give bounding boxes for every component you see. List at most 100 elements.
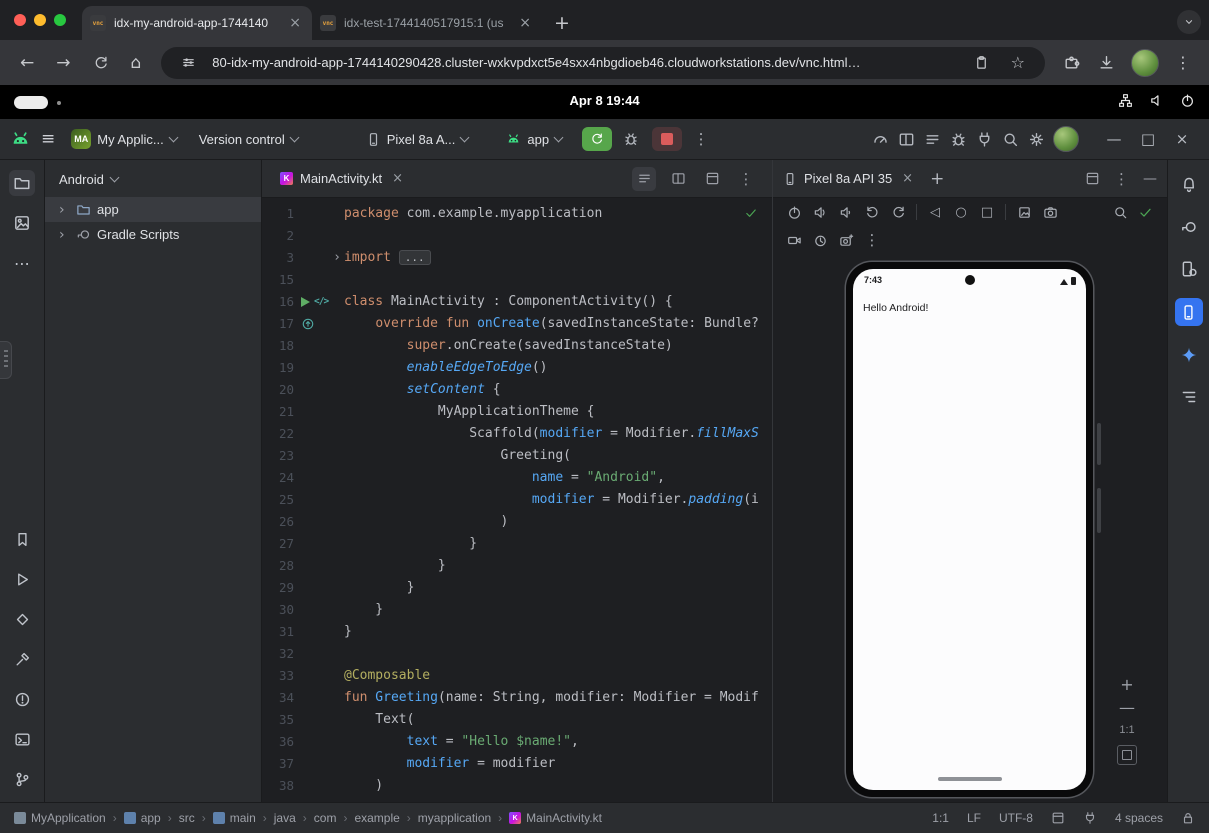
line-number[interactable]: 24 <box>262 467 294 489</box>
panel-scrollbar[interactable] <box>1097 423 1101 465</box>
more-tool-windows-icon[interactable]: ⋯ <box>9 250 35 276</box>
browser-tab-inactive[interactable]: vnc idx-test-1744140517915:1 (us × <box>312 6 542 40</box>
stop-button[interactable] <box>652 127 682 151</box>
macos-close-button[interactable] <box>14 14 26 26</box>
gutter[interactable] <box>294 533 344 555</box>
screenshot-icon[interactable] <box>1011 199 1037 225</box>
macos-zoom-button[interactable] <box>54 14 66 26</box>
screen-widget-icon[interactable] <box>1051 811 1065 825</box>
power-icon[interactable] <box>1180 93 1195 108</box>
line-number[interactable]: 1 <box>262 203 294 225</box>
gutter[interactable] <box>294 489 344 511</box>
gutter[interactable] <box>294 621 344 643</box>
camera-icon[interactable] <box>1037 199 1063 225</box>
code-line[interactable]: 26 ) <box>262 511 772 533</box>
tree-item-gradle-scripts[interactable]: › Gradle Scripts <box>45 222 261 247</box>
code-text[interactable]: text = "Hello $name!", <box>344 731 579 753</box>
terminal-icon[interactable] <box>9 726 35 752</box>
code-line[interactable]: 22 Scaffold(modifier = Modifier.fillMaxS <box>262 423 772 445</box>
site-settings-icon[interactable] <box>175 55 202 70</box>
plugins-icon[interactable] <box>971 126 997 152</box>
code-text[interactable]: Greeting( <box>344 445 571 467</box>
code-text[interactable]: package com.example.myapplication <box>344 203 602 225</box>
gutter[interactable] <box>294 709 344 731</box>
breadcrumb-item[interactable]: main <box>213 811 256 825</box>
line-number[interactable]: 32 <box>262 643 294 665</box>
code-text[interactable]: name = "Android", <box>344 467 665 489</box>
code-line[interactable]: 2 <box>262 225 772 247</box>
code-line[interactable]: 3›import ... <box>262 247 772 269</box>
zoom-mode-icon[interactable] <box>1113 205 1128 220</box>
code-text[interactable]: } <box>344 621 352 643</box>
line-number[interactable]: 37 <box>262 753 294 775</box>
gutter[interactable] <box>294 643 344 665</box>
code-line[interactable]: 36 text = "Hello $name!", <box>262 731 772 753</box>
extensions-icon[interactable] <box>1057 54 1086 71</box>
logcat-icon[interactable] <box>919 126 945 152</box>
gutter[interactable] <box>294 555 344 577</box>
code-line[interactable]: 24 name = "Android", <box>262 467 772 489</box>
breadcrumb-item[interactable]: example <box>354 811 399 825</box>
override-icon[interactable] <box>301 317 315 331</box>
line-number[interactable]: 35 <box>262 709 294 731</box>
line-separator[interactable]: LF <box>967 811 981 825</box>
inspections-ok-icon[interactable] <box>744 206 758 220</box>
services-icon[interactable] <box>9 606 35 632</box>
gutter[interactable]: › <box>294 247 344 269</box>
code-line[interactable]: 27 } <box>262 533 772 555</box>
code-line[interactable]: 18 super.onCreate(savedInstanceState) <box>262 335 772 357</box>
line-number[interactable]: 28 <box>262 555 294 577</box>
code-text[interactable]: } <box>344 555 446 577</box>
gutter[interactable] <box>294 313 344 335</box>
add-device-button[interactable]: + <box>930 169 944 189</box>
line-number[interactable]: 21 <box>262 401 294 423</box>
code-text[interactable]: enableEdgeToEdge() <box>344 357 548 379</box>
code-line[interactable]: 1 package com.example.myapplication <box>262 203 772 225</box>
bookmarks-icon[interactable] <box>9 526 35 552</box>
android-back-icon[interactable]: ◁ <box>922 199 948 225</box>
code-line[interactable]: 38 ) <box>262 775 772 797</box>
expand-icon[interactable]: › <box>59 227 69 243</box>
plug-widget-icon[interactable] <box>1083 811 1097 825</box>
code-text[interactable]: modifier = modifier <box>344 753 555 775</box>
code-text[interactable]: ) <box>344 775 383 797</box>
device-selector[interactable]: Pixel 8a A... <box>360 129 475 150</box>
panel-minimize-icon[interactable]: — <box>1143 171 1157 187</box>
line-number[interactable]: 22 <box>262 423 294 445</box>
code-text[interactable]: setContent { <box>344 379 501 401</box>
tab-close-icon[interactable]: × <box>516 15 534 31</box>
line-number[interactable]: 38 <box>262 775 294 797</box>
detach-editor-icon[interactable] <box>700 167 724 191</box>
rotate-left-icon[interactable] <box>859 199 885 225</box>
line-number[interactable]: 3 <box>262 247 294 269</box>
tab-close-icon[interactable]: × <box>899 171 916 186</box>
line-number[interactable]: 2 <box>262 225 294 247</box>
gutter[interactable] <box>294 401 344 423</box>
line-number[interactable]: 17 <box>262 313 294 335</box>
new-tab-button[interactable]: + <box>542 12 582 40</box>
gutter[interactable] <box>294 445 344 467</box>
breadcrumb-item[interactable]: MyApplication <box>14 811 106 825</box>
zoom-in-button[interactable]: + <box>1120 678 1133 692</box>
volume-down-icon[interactable] <box>833 199 859 225</box>
code-line[interactable]: 19 enableEdgeToEdge() <box>262 357 772 379</box>
version-control-selector[interactable]: Version control <box>193 129 304 150</box>
app-insights-icon[interactable] <box>945 126 971 152</box>
macos-minimize-button[interactable] <box>34 14 46 26</box>
gutter[interactable] <box>294 775 344 797</box>
zoom-out-button[interactable]: — <box>1119 701 1135 715</box>
file-encoding[interactable]: UTF-8 <box>999 811 1033 825</box>
device-tab-pixel8a[interactable]: Pixel 8a API 35 × <box>783 171 916 186</box>
code-line[interactable]: 30 } <box>262 599 772 621</box>
code-text[interactable]: @Composable <box>344 665 430 687</box>
code-text[interactable]: Text( <box>344 709 414 731</box>
record-video-icon[interactable] <box>781 227 807 253</box>
version-control-tool-icon[interactable] <box>9 766 35 792</box>
panel-layout-icon[interactable] <box>1085 171 1100 186</box>
settings-icon[interactable] <box>1023 126 1049 152</box>
android-home-icon[interactable]: ○ <box>948 199 974 225</box>
volume-up-icon[interactable] <box>807 199 833 225</box>
run-tool-icon[interactable] <box>9 566 35 592</box>
back-button[interactable]: ← <box>12 49 42 77</box>
line-number[interactable]: 26 <box>262 511 294 533</box>
